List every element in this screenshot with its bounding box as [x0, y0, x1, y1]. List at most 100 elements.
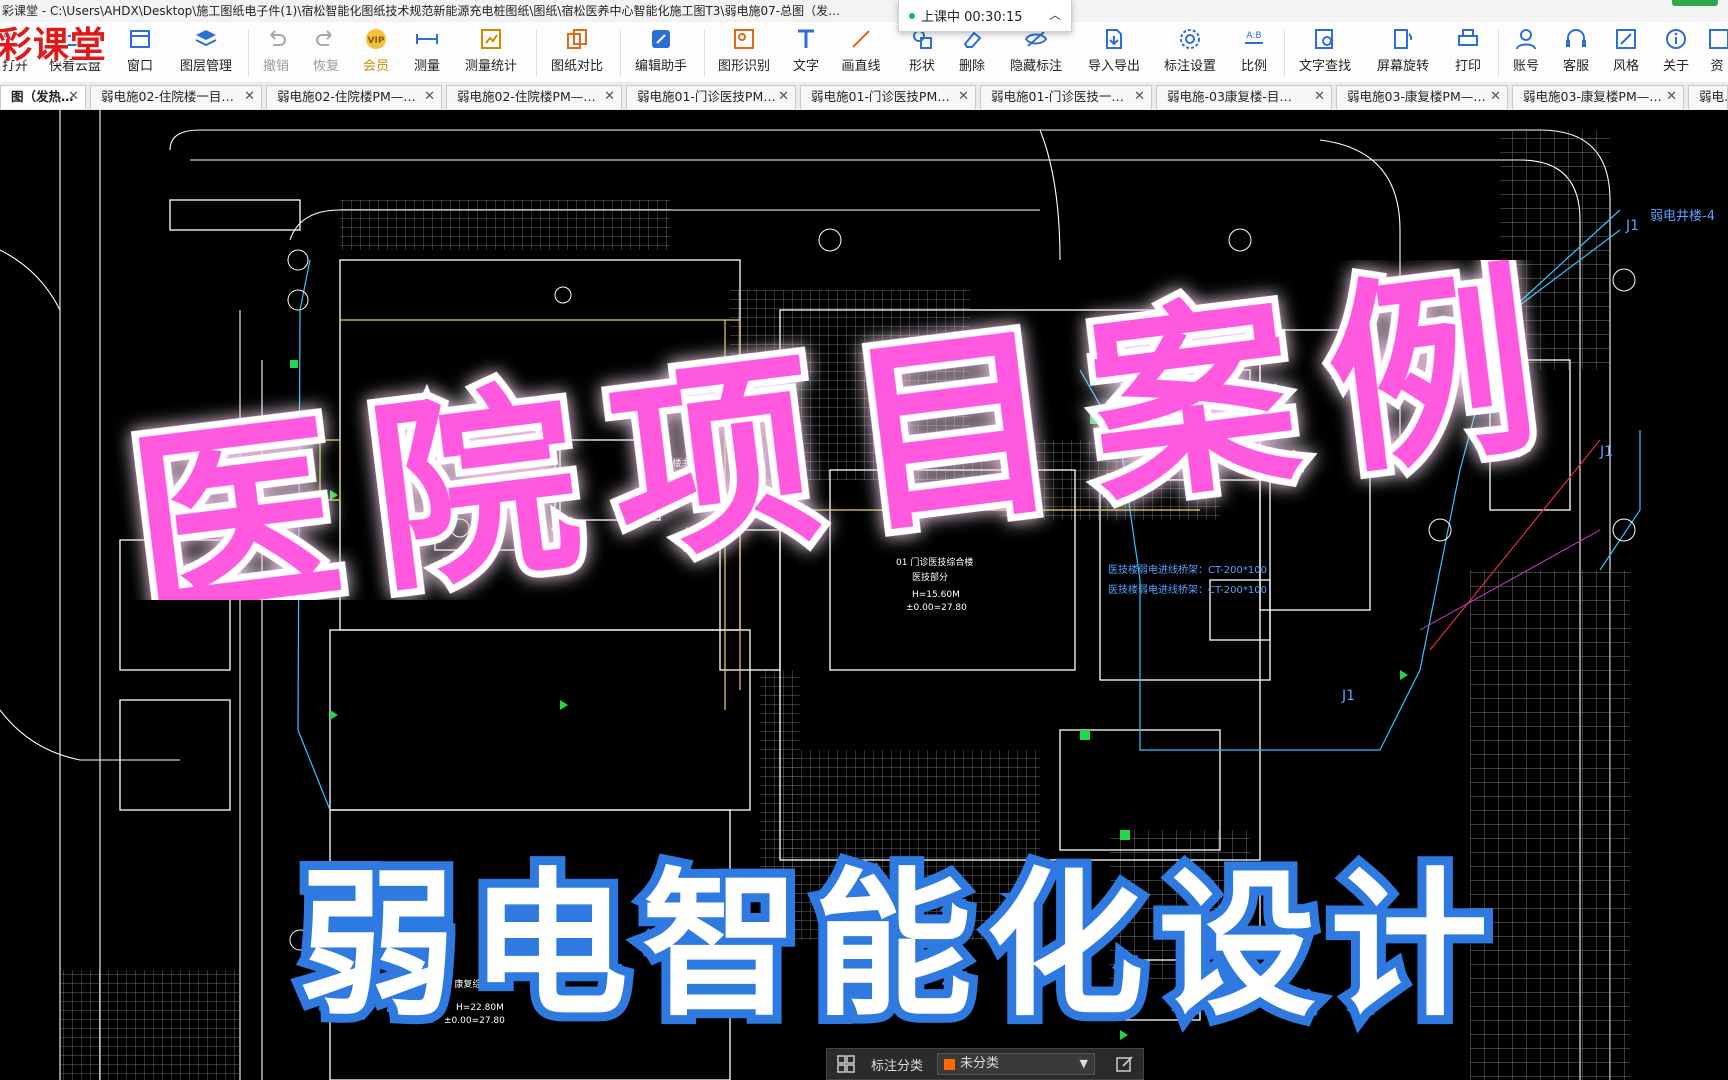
- window-controls[interactable]: [1648, 0, 1718, 8]
- drawing-compare-button[interactable]: 图纸对比: [546, 26, 608, 80]
- window-label: 窗口: [126, 59, 153, 74]
- brand-logo: 彩课堂: [0, 25, 108, 66]
- rotate-screen-button[interactable]: 屏幕旋转: [1370, 26, 1436, 80]
- close-icon[interactable]: ✕: [1134, 86, 1145, 108]
- tab-doc[interactable]: 弱电施-03康复楼-目… ✕: [1156, 85, 1332, 109]
- shape-tool-button[interactable]: 形状: [902, 26, 942, 80]
- about-button[interactable]: 关于: [1656, 26, 1696, 80]
- tab-doc[interactable]: 弱电施01-门诊医技PM… ✕: [800, 85, 976, 109]
- scale-icon: A:B: [1234, 26, 1274, 54]
- tab-label: 弱电施-03康复楼-目…: [1167, 89, 1292, 104]
- tab-label: 弱电施01-门诊医技一…: [991, 89, 1124, 104]
- annotation-settings-button[interactable]: 标注设置: [1158, 26, 1222, 80]
- import-export-label: 导入导出: [1087, 59, 1140, 74]
- about-label: 关于: [1662, 59, 1689, 74]
- tab-current[interactable]: 图（发热… ✕: [0, 85, 86, 109]
- style-button[interactable]: 风格: [1606, 26, 1646, 80]
- label-weak-well: 弱电井楼-4: [1650, 209, 1715, 224]
- drawing-canvas[interactable]: 01 门诊医技综合楼 医技部分 H=15.60M ±0.00=27.80 02 …: [0, 110, 1728, 1080]
- annotation-category-bar: 标注分类 未分类 ▼: [826, 1048, 1144, 1080]
- rotate-screen-icon: [1370, 26, 1436, 54]
- close-icon[interactable]: ✕: [1666, 86, 1677, 108]
- account-button[interactable]: 账号: [1506, 26, 1546, 80]
- layers-icon: [174, 26, 238, 54]
- shape-recognize-label: 图形识别: [717, 59, 770, 74]
- delete-button[interactable]: 删除: [952, 26, 992, 80]
- label-bldg1-elev: ±0.00=27.80: [906, 603, 967, 613]
- print-button[interactable]: 打印: [1448, 26, 1488, 80]
- close-icon[interactable]: ✕: [604, 86, 615, 108]
- close-icon[interactable]: ✕: [1490, 86, 1501, 108]
- headline-overlay: 医院项目案例: [113, 260, 1591, 600]
- measure-stats-button[interactable]: 测量统计: [458, 26, 524, 80]
- grid-icon[interactable]: [837, 1055, 855, 1073]
- class-timer-popup[interactable]: 上课中 00:30:15 ︿: [898, 0, 1072, 32]
- undo-label: 撤销: [262, 59, 289, 74]
- tab-doc[interactable]: 弱电施03-康复楼PM—… ✕: [1512, 85, 1684, 109]
- edit-assistant-label: 编辑助手: [634, 59, 687, 74]
- subheadline-text: 弱电智能化设计: [298, 854, 1502, 1038]
- tab-label: 图（发热…: [11, 89, 74, 104]
- line-icon: [836, 26, 886, 54]
- measure-button[interactable]: 测量: [406, 26, 448, 80]
- draw-line-button[interactable]: 画直线: [836, 26, 886, 80]
- import-export-button[interactable]: 导入导出: [1082, 26, 1146, 80]
- close-icon[interactable]: ✕: [244, 86, 255, 108]
- style-icon: [1606, 26, 1646, 54]
- close-icon[interactable]: ✕: [958, 86, 969, 108]
- svg-text:VIP: VIP: [368, 36, 385, 46]
- measure-label: 测量: [413, 59, 440, 74]
- close-icon[interactable]: ✕: [778, 86, 789, 108]
- tab-doc[interactable]: 弱电施01-门诊医技一… ✕: [980, 85, 1152, 109]
- delete-label: 删除: [958, 59, 985, 74]
- annotation-category-select[interactable]: 未分类 ▼: [937, 1053, 1095, 1075]
- tab-doc[interactable]: 弱电…: [1688, 85, 1728, 109]
- window-title: 彩课堂 - C:\Users\AHDX\Desktop\施工图纸电子件(1)\宿…: [2, 4, 841, 18]
- text-tool-button[interactable]: 文字: [786, 26, 826, 80]
- draw-line-label: 画直线: [841, 59, 881, 74]
- main-toolbar: 打开 快看云盘 窗口 图层管理 撤销 恢复 VIP 会员 测量 测量统计 图纸对…: [0, 22, 1728, 83]
- undo-icon: [256, 26, 296, 54]
- text-search-label: 文字查找: [1298, 59, 1351, 74]
- text-icon: [786, 26, 826, 54]
- tab-doc[interactable]: 弱电施02-住院楼PM—… ✕: [266, 85, 442, 109]
- annotation-category-label: 标注分类: [871, 1059, 924, 1074]
- hide-annotation-button[interactable]: 隐藏标注: [1004, 26, 1068, 80]
- shape-recognize-button[interactable]: 图形识别: [712, 26, 776, 80]
- tab-label: 弱电…: [1699, 89, 1727, 104]
- tab-doc[interactable]: 弱电施01-门诊医技PM… ✕: [626, 85, 796, 109]
- vip-button[interactable]: VIP 会员: [356, 26, 396, 80]
- chevron-up-icon[interactable]: ︿: [1049, 6, 1061, 23]
- style-label: 风格: [1612, 59, 1639, 74]
- redo-button[interactable]: 恢复: [306, 26, 346, 80]
- ruler-icon: [406, 26, 448, 54]
- print-label: 打印: [1454, 59, 1481, 74]
- class-timer-text: 上课中 00:30:15: [921, 10, 1023, 25]
- undo-button[interactable]: 撤销: [256, 26, 296, 80]
- window-button[interactable]: 窗口: [118, 26, 162, 80]
- edit-icon[interactable]: [1115, 1054, 1135, 1074]
- close-icon[interactable]: ✕: [424, 86, 435, 108]
- scale-button[interactable]: A:B 比例: [1234, 26, 1274, 80]
- window-icon: [118, 26, 162, 54]
- vip-icon: VIP: [356, 26, 396, 54]
- text-search-icon: [1292, 26, 1358, 54]
- tab-label: 弱电施01-门诊医技PM…: [637, 89, 776, 104]
- tab-doc[interactable]: 弱电施02-住院楼PM—… ✕: [446, 85, 622, 109]
- customer-service-button[interactable]: 客服: [1556, 26, 1596, 80]
- text-search-button[interactable]: 文字查找: [1292, 26, 1358, 80]
- layer-manager-button[interactable]: 图层管理: [174, 26, 238, 80]
- resources-button[interactable]: 资: [1706, 26, 1728, 80]
- account-label: 账号: [1512, 59, 1539, 74]
- resources-label: 资: [1710, 59, 1724, 74]
- edit-assistant-button[interactable]: 编辑助手: [628, 26, 694, 80]
- window-title-bar: 彩课堂 - C:\Users\AHDX\Desktop\施工图纸电子件(1)\宿…: [0, 0, 1728, 23]
- tab-doc[interactable]: 弱电施03-康复楼PM—… ✕: [1336, 85, 1508, 109]
- label-j1-a: J1: [1341, 688, 1355, 704]
- close-icon[interactable]: ✕: [68, 86, 79, 108]
- tab-doc[interactable]: 弱电施02-住院楼一目… ✕: [90, 85, 262, 109]
- layer-manager-label: 图层管理: [179, 59, 232, 74]
- close-icon[interactable]: ✕: [1314, 86, 1325, 108]
- tab-label: 弱电施02-住院楼一目…: [101, 89, 234, 104]
- tab-label: 弱电施02-住院楼PM—…: [457, 89, 596, 104]
